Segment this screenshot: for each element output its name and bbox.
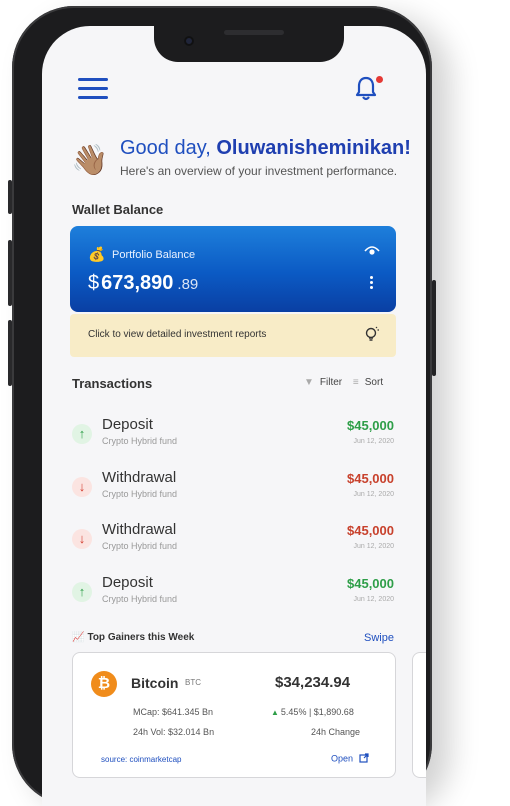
- arrow-up-icon: ↑: [72, 582, 92, 602]
- investment-report-banner[interactable]: Click to view detailed investment report…: [70, 314, 396, 357]
- balance-cents: .89: [177, 276, 199, 293]
- top-gainers-title: 📈 Top Gainers this Week: [72, 632, 194, 643]
- transactions-title: Transactions: [72, 376, 153, 391]
- phone-frame: 👋🏽 Good day, Oluwanisheminikan! Here's a…: [12, 6, 432, 806]
- coin-symbol: BTC: [185, 678, 201, 687]
- transaction-row[interactable]: ↑ Deposit Crypto Hybrid fund $45,000 Jun…: [70, 574, 396, 614]
- transaction-amount: $45,000: [347, 523, 394, 538]
- coin-change-value: 5.45% | $1,890.68: [280, 707, 354, 717]
- sort-button[interactable]: ≡ Sort: [353, 377, 383, 388]
- portfolio-balance-amount: $673,890.89: [88, 272, 198, 295]
- transaction-fund: Crypto Hybrid fund: [102, 489, 178, 499]
- transaction-date: Jun 12, 2020: [353, 596, 394, 603]
- transaction-amount: $45,000: [347, 576, 394, 591]
- sort-icon: ≡: [352, 377, 359, 388]
- greeting-prefix: Good day,: [120, 137, 211, 159]
- transaction-type: Withdrawal: [102, 469, 177, 486]
- filter-icon: ▼: [304, 377, 314, 388]
- transaction-fund: Crypto Hybrid fund: [102, 541, 178, 551]
- coin-market-cap: MCap: $641.345 Bn: [133, 707, 214, 717]
- side-button-power: [432, 280, 436, 376]
- transactions-tools: ▼ Filter ≡ Sort: [304, 377, 383, 388]
- balance-main: 673,890: [101, 272, 174, 294]
- kebab-menu-icon[interactable]: [370, 276, 374, 290]
- transaction-type: Deposit: [102, 574, 153, 591]
- notification-dot: [376, 76, 383, 83]
- transaction-row[interactable]: ↓ Withdrawal Crypto Hybrid fund $45,000 …: [70, 469, 396, 509]
- currency-symbol: $: [88, 272, 100, 294]
- transaction-row[interactable]: ↑ Deposit Crypto Hybrid fund $45,000 Jun…: [70, 416, 396, 456]
- coin-change: ▲ 5.45% | $1,890.68: [271, 707, 354, 717]
- source-link[interactable]: source: coinmarketcap: [101, 755, 181, 764]
- waving-hand-icon: 👋🏽: [71, 144, 109, 177]
- filter-button[interactable]: ▼ Filter: [304, 377, 342, 388]
- open-label: Open: [331, 753, 354, 764]
- next-coin-card-peek[interactable]: [412, 652, 426, 778]
- speaker: [224, 30, 284, 35]
- coin-name: Bitcoin: [131, 675, 179, 691]
- wallet-section-title: Wallet Balance: [72, 202, 164, 217]
- sort-label: Sort: [364, 377, 384, 388]
- coin-change-label: 24h Change: [311, 727, 361, 737]
- external-link-icon: [358, 753, 369, 765]
- open-button[interactable]: Open: [331, 753, 369, 765]
- portfolio-balance-card[interactable]: 💰 Portfolio Balance $673,890.89: [70, 226, 396, 312]
- top-gainers-label: Top Gainers this Week: [87, 632, 195, 643]
- eye-icon[interactable]: [364, 244, 380, 256]
- transaction-date: Jun 12, 2020: [353, 438, 394, 445]
- filter-label: Filter: [319, 377, 343, 388]
- coin-volume: 24h Vol: $32.014 Bn: [133, 727, 215, 737]
- chart-icon: 📈: [72, 632, 85, 643]
- transaction-fund: Crypto Hybrid fund: [102, 436, 178, 446]
- phone-notch: [154, 26, 344, 62]
- money-bag-icon: 💰: [88, 246, 106, 262]
- transaction-row[interactable]: ↓ Withdrawal Crypto Hybrid fund $45,000 …: [70, 521, 396, 561]
- transaction-type: Withdrawal: [102, 521, 177, 538]
- swipe-link[interactable]: Swipe: [364, 632, 394, 644]
- bitcoin-icon: ₿: [91, 671, 117, 697]
- transaction-type: Deposit: [102, 416, 153, 433]
- greeting-title: Good day, Oluwanisheminikan!: [120, 137, 411, 160]
- transaction-date: Jun 12, 2020: [353, 543, 394, 550]
- report-banner-text: Click to view detailed investment report…: [88, 329, 267, 340]
- coin-price: $34,234.94: [275, 674, 351, 691]
- transaction-amount: $45,000: [347, 418, 394, 433]
- front-camera: [184, 36, 194, 46]
- arrow-down-icon: ↓: [72, 477, 92, 497]
- user-name: Oluwanisheminikan!: [216, 137, 411, 159]
- lightbulb-icon: [364, 326, 380, 344]
- transaction-fund: Crypto Hybrid fund: [102, 594, 178, 604]
- bell-icon[interactable]: [354, 74, 378, 102]
- app-screen: 👋🏽 Good day, Oluwanisheminikan! Here's a…: [42, 26, 426, 806]
- hamburger-menu-icon[interactable]: [78, 78, 108, 100]
- coin-card-bitcoin[interactable]: ₿ Bitcoin BTC $34,234.94 MCap: $641.345 …: [72, 652, 396, 778]
- portfolio-balance-label: Portfolio Balance: [112, 249, 196, 261]
- transaction-amount: $45,000: [347, 471, 394, 486]
- greeting-subtitle: Here's an overview of your investment pe…: [120, 164, 398, 178]
- arrow-down-icon: ↓: [72, 529, 92, 549]
- transaction-date: Jun 12, 2020: [353, 491, 394, 498]
- triangle-up-icon: ▲: [271, 708, 279, 717]
- arrow-up-icon: ↑: [72, 424, 92, 444]
